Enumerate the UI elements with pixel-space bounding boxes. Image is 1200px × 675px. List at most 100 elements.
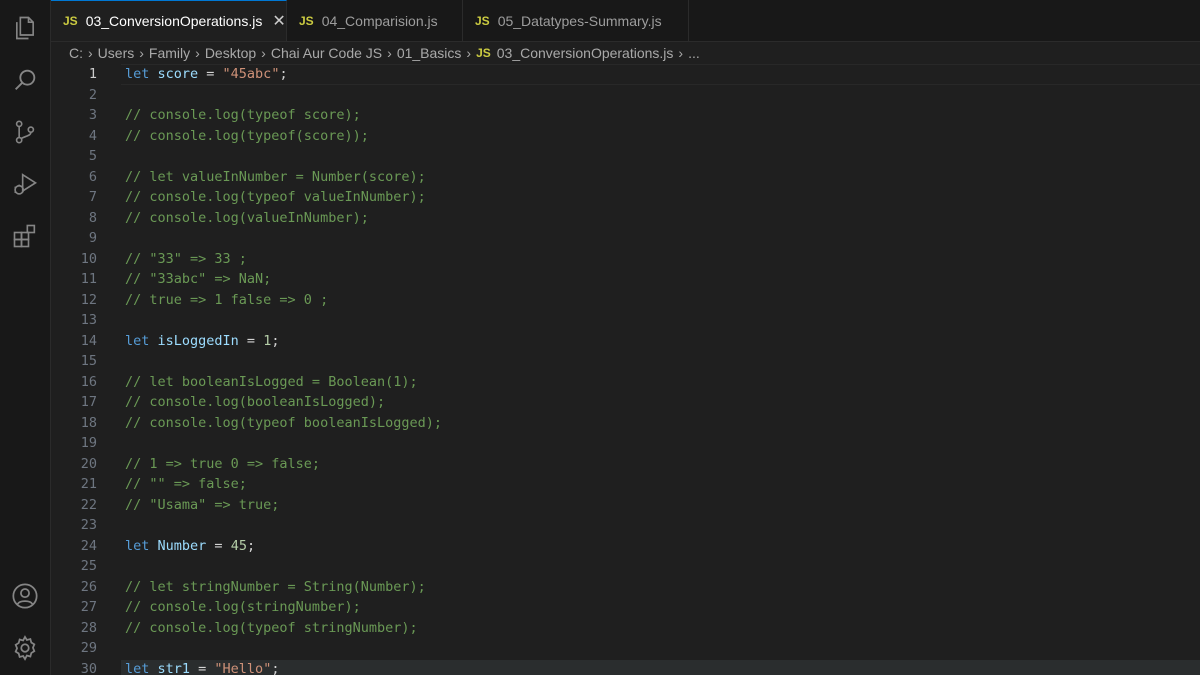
code-text: // 1 => true 0 => false;	[125, 454, 320, 475]
code-line[interactable]: 17 // console.log(booleanIsLogged);	[51, 392, 1200, 413]
line-number: 11	[80, 271, 97, 287]
code-line[interactable]: 15	[51, 351, 1200, 372]
js-file-icon: JS	[63, 14, 78, 28]
code-line[interactable]: 25	[51, 556, 1200, 577]
line-number: 3	[88, 107, 97, 123]
line-number: 14	[80, 332, 97, 349]
breadcrumb-item[interactable]: Chai Aur Code JS	[271, 45, 382, 61]
line-number: 26	[80, 578, 97, 595]
breadcrumb-more[interactable]: ...	[688, 45, 700, 61]
line-number: 17	[80, 394, 97, 410]
code-token: =	[238, 332, 264, 349]
chevron-right-icon: ›	[387, 45, 392, 61]
code-token: // console.log(booleanIsLogged);	[125, 394, 386, 410]
code-token: // "Usama" => true;	[125, 496, 280, 513]
code-line[interactable]: 20 // 1 => true 0 => false;	[51, 454, 1200, 475]
code-text: // console.log(typeof(score));	[125, 126, 369, 147]
code-line[interactable]: 26 // let stringNumber = String(Number);	[51, 577, 1200, 598]
editor-tabs: JS 03_ConversionOperations.js ✕ JS 04_Co…	[51, 0, 1200, 42]
breadcrumb-item[interactable]: Desktop	[205, 45, 256, 61]
code-text: // true => 1 false => 0 ;	[125, 290, 328, 311]
tab-04-comparision[interactable]: JS 04_Comparision.js	[287, 0, 463, 41]
line-number: 25	[80, 558, 97, 574]
code-text: // console.log(stringNumber);	[125, 597, 361, 618]
code-line[interactable]: 23	[51, 515, 1200, 536]
code-token: score	[157, 66, 199, 82]
code-line[interactable]: 13	[51, 310, 1200, 331]
js-file-icon: JS	[299, 13, 314, 28]
code-line[interactable]: 22 // "Usama" => true;	[51, 495, 1200, 516]
search-icon[interactable]	[9, 64, 41, 96]
code-line[interactable]: 9	[51, 228, 1200, 249]
code-token: // "33abc" => NaN;	[125, 271, 272, 287]
code-token: // let booleanIsLogged = Boolean(1);	[125, 373, 418, 390]
chevron-right-icon: ›	[261, 45, 266, 61]
code-line[interactable]: 21 // "" => false;	[51, 474, 1200, 495]
line-number: 23	[80, 517, 97, 533]
code-token: isLoggedIn	[157, 332, 239, 349]
explorer-icon[interactable]	[9, 12, 41, 44]
breadcrumb-item[interactable]: C:	[69, 45, 83, 61]
code-line[interactable]: 10 // "33" => 33 ;	[51, 249, 1200, 270]
code-line[interactable]: 14 let isLoggedIn = 1;	[51, 331, 1200, 352]
code-line[interactable]: 19	[51, 433, 1200, 454]
js-file-icon: JS	[475, 13, 490, 28]
code-line[interactable]: 5	[51, 146, 1200, 167]
code-line[interactable]: 29	[51, 638, 1200, 659]
breadcrumb-item[interactable]: 01_Basics	[397, 45, 462, 61]
code-token: let	[125, 332, 158, 349]
code-line[interactable]: 18 // console.log(typeof booleanIsLogged)…	[51, 413, 1200, 434]
settings-gear-icon[interactable]	[9, 632, 41, 664]
line-number: 12	[80, 291, 97, 308]
code-text: // console.log(typeof valueInNumber);	[125, 187, 426, 208]
code-line[interactable]: 30 let str1 = "Hello";	[51, 659, 1200, 675]
accounts-icon[interactable]	[9, 580, 41, 612]
code-token: let	[125, 66, 158, 82]
breadcrumb-item[interactable]: Users	[98, 45, 135, 61]
code-line[interactable]: 6 // let valueInNumber = Number(score);	[51, 167, 1200, 188]
line-number: 8	[88, 209, 97, 226]
code-token: ;	[279, 66, 288, 82]
code-token: 45	[230, 537, 247, 554]
code-token: // console.log(valueInNumber);	[125, 209, 369, 226]
code-line[interactable]: 12 // true => 1 false => 0 ;	[51, 290, 1200, 311]
code-token: let	[125, 537, 158, 554]
code-text: // console.log(typeof booleanIsLogged);	[125, 413, 442, 434]
code-line[interactable]: 27 // console.log(stringNumber);	[51, 597, 1200, 618]
line-number: 2	[88, 86, 97, 103]
code-line[interactable]: 16 // let booleanIsLogged = Boolean(1);	[51, 372, 1200, 393]
close-icon[interactable]: ✕	[272, 11, 285, 31]
tab-label: 04_Comparision.js	[321, 12, 438, 29]
code-line[interactable]: 7 // console.log(typeof valueInNumber);	[51, 187, 1200, 208]
line-number: 10	[80, 250, 97, 267]
tab-05-datatypes-summary[interactable]: JS 05_Datatypes-Summary.js	[463, 0, 689, 41]
code-line[interactable]: 8 // console.log(valueInNumber);	[51, 208, 1200, 229]
code-token: "Hello"	[214, 660, 272, 675]
code-text: let score = "45abc";	[125, 64, 288, 85]
code-token: "45abc"	[222, 66, 280, 82]
extensions-icon[interactable]	[9, 220, 41, 252]
breadcrumb-file[interactable]: 03_ConversionOperations.js	[497, 45, 674, 61]
code-line[interactable]: 2	[51, 85, 1200, 106]
code-line[interactable]: 3 // console.log(typeof score);	[51, 105, 1200, 126]
code-editor[interactable]: 1 let score = "45abc"; 2 3// console.log(ty…	[51, 64, 1200, 675]
line-number: 28	[80, 619, 97, 636]
code-token: // 1 => true 0 => false;	[125, 455, 321, 472]
code-line[interactable]: 11 // "33abc" => NaN;	[51, 269, 1200, 290]
code-line[interactable]: 1 let score = "45abc";	[51, 64, 1200, 85]
code-text: let isLoggedIn = 1;	[125, 331, 279, 352]
source-control-icon[interactable]	[9, 116, 41, 148]
chevron-right-icon: ›	[466, 45, 472, 61]
line-number: 30	[80, 660, 97, 675]
code-token: // console.log(typeof booleanIsLogged);	[125, 414, 442, 431]
code-token: // console.log(stringNumber);	[125, 599, 361, 615]
run-debug-icon[interactable]	[9, 168, 41, 200]
code-token: // "33" => 33 ;	[125, 250, 247, 267]
tab-03-conversion-operations[interactable]: JS 03_ConversionOperations.js ✕	[51, 0, 287, 41]
line-number: 1	[88, 66, 97, 82]
code-line[interactable]: 4 // console.log(typeof(score));	[51, 126, 1200, 147]
code-line[interactable]: 28 // console.log(typeof stringNumber);	[51, 618, 1200, 639]
code-line[interactable]: 24 let Number = 45;	[51, 536, 1200, 557]
code-token: // true => 1 false => 0 ;	[125, 291, 329, 308]
breadcrumb-item[interactable]: Family	[149, 45, 190, 61]
